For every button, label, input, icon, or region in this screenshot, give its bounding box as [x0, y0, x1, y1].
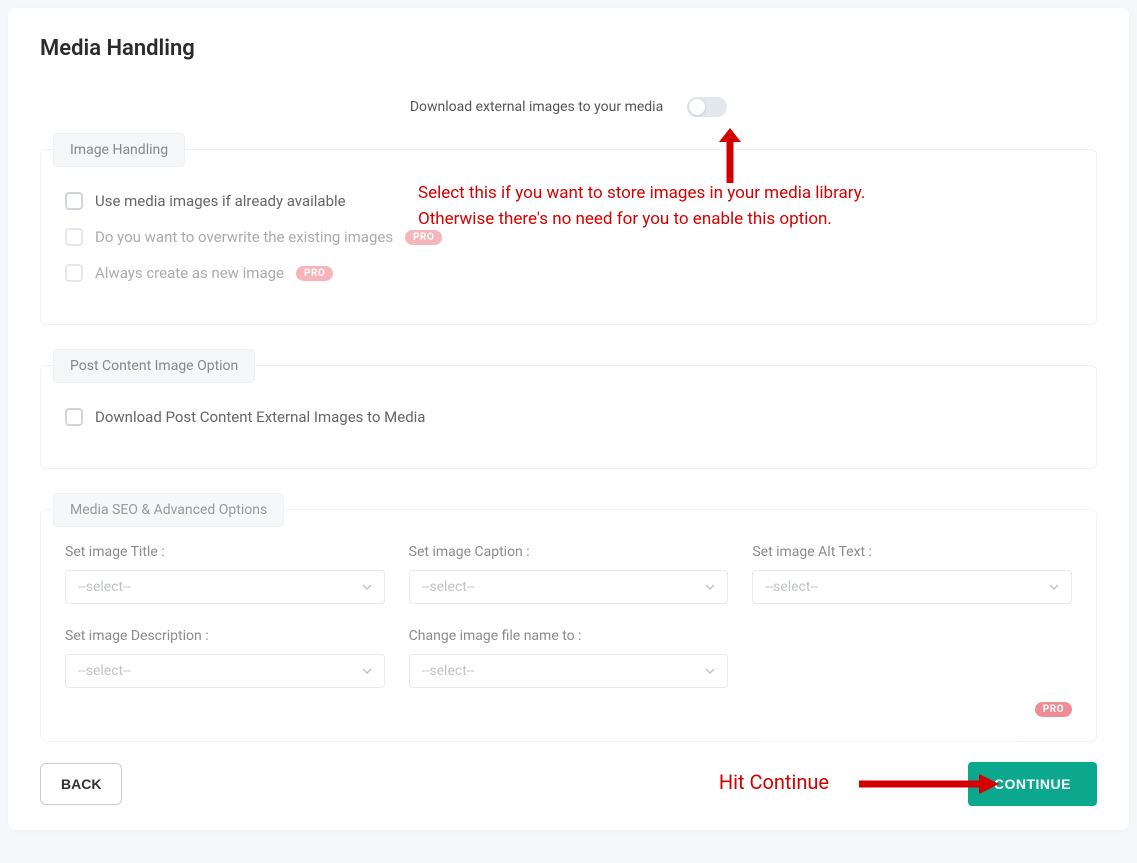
download-label: Download external images to your media [410, 99, 663, 115]
post-content-section: Post Content Image Option Download Post … [40, 365, 1097, 469]
set-alt-field: Set image Alt Text : --select-- [752, 544, 1072, 604]
image-handling-section: Image Handling Use media images if alrea… [40, 149, 1097, 325]
settings-panel: Media Handling Download external images … [8, 8, 1129, 830]
set-title-label: Set image Title : [65, 544, 385, 560]
chevron-down-icon [362, 666, 372, 676]
use-existing-row: Use media images if already available [65, 192, 1072, 210]
set-title-field: Set image Title : --select-- [65, 544, 385, 604]
overwrite-checkbox[interactable] [65, 228, 83, 246]
set-alt-label: Set image Alt Text : [752, 544, 1072, 560]
set-filename-select[interactable]: --select-- [409, 654, 729, 688]
download-post-content-checkbox[interactable] [65, 408, 83, 426]
use-existing-checkbox[interactable] [65, 192, 83, 210]
chevron-down-icon [705, 666, 715, 676]
set-alt-select[interactable]: --select-- [752, 570, 1072, 604]
toggle-knob [689, 99, 705, 115]
pro-badge: PRO [405, 230, 442, 245]
section-legend: Media SEO & Advanced Options [53, 493, 284, 527]
set-desc-field: Set image Description : --select-- [65, 628, 385, 688]
select-placeholder: --select-- [78, 663, 131, 679]
set-desc-label: Set image Description : [65, 628, 385, 644]
select-placeholder: --select-- [422, 579, 475, 595]
set-caption-select[interactable]: --select-- [409, 570, 729, 604]
create-new-row: Always create as new image PRO [65, 264, 1072, 282]
seo-grid: Set image Title : --select-- Set image C… [65, 544, 1072, 688]
media-seo-section: Media SEO & Advanced Options Set image T… [40, 509, 1097, 742]
chevron-down-icon [362, 582, 372, 592]
chevron-down-icon [705, 582, 715, 592]
continue-button[interactable]: CONTINUE [968, 762, 1097, 806]
create-new-label: Always create as new image [95, 264, 284, 282]
footer-row: BACK CONTINUE [40, 762, 1097, 806]
chevron-down-icon [1049, 582, 1059, 592]
download-toggle[interactable] [687, 97, 727, 117]
section-legend: Post Content Image Option [53, 349, 255, 383]
set-filename-label: Change image file name to : [409, 628, 729, 644]
set-caption-label: Set image Caption : [409, 544, 729, 560]
create-new-checkbox[interactable] [65, 264, 83, 282]
download-post-content-row: Download Post Content External Images to… [65, 408, 1072, 426]
set-title-select[interactable]: --select-- [65, 570, 385, 604]
page-title: Media Handling [40, 36, 1097, 61]
pro-badge: PRO [1035, 702, 1072, 717]
section-legend: Image Handling [53, 133, 185, 167]
set-desc-select[interactable]: --select-- [65, 654, 385, 688]
pro-right-row: PRO [65, 702, 1072, 717]
download-post-content-label: Download Post Content External Images to… [95, 408, 425, 426]
select-placeholder: --select-- [765, 579, 818, 595]
use-existing-label: Use media images if already available [95, 192, 346, 210]
overwrite-row: Do you want to overwrite the existing im… [65, 228, 1072, 246]
download-toggle-row: Download external images to your media [40, 97, 1097, 117]
back-button[interactable]: BACK [40, 763, 122, 805]
set-filename-field: Change image file name to : --select-- [409, 628, 729, 688]
select-placeholder: --select-- [78, 579, 131, 595]
pro-badge: PRO [296, 266, 333, 281]
set-caption-field: Set image Caption : --select-- [409, 544, 729, 604]
select-placeholder: --select-- [422, 663, 475, 679]
overwrite-label: Do you want to overwrite the existing im… [95, 228, 393, 246]
